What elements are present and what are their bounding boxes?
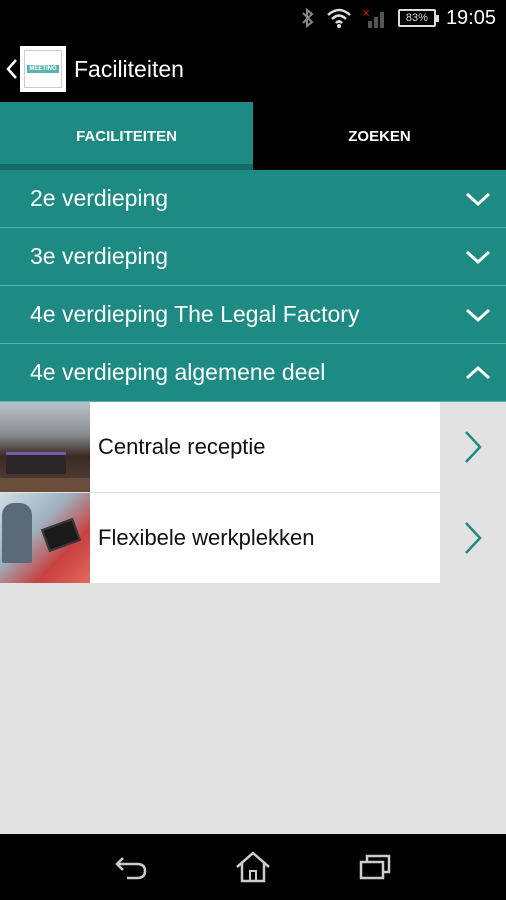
bluetooth-icon [302, 7, 314, 29]
floor-label: 3e verdieping [30, 243, 169, 269]
chevron-down-icon [465, 250, 491, 264]
battery-icon: 83% [397, 9, 439, 27]
action-bar: MEETING Faciliteiten [0, 36, 506, 102]
facility-thumbnail [0, 402, 90, 492]
chevron-down-icon [465, 192, 491, 206]
list-item[interactable]: Flexibele werkplekken [0, 493, 506, 584]
page-title: Faciliteiten [74, 55, 184, 82]
facility-label: Centrale receptie [98, 434, 266, 459]
tab-faciliteiten[interactable]: FACILITEITEN [0, 102, 253, 170]
tab-label: ZOEKEN [348, 127, 411, 145]
floor-label: 4e verdieping The Legal Factory [30, 301, 360, 327]
facility-label: Flexibele werkplekken [98, 525, 315, 550]
logo-mark: MEETING [24, 50, 62, 88]
svg-text:×: × [362, 8, 370, 19]
tab-label: FACILITEITEN [76, 127, 177, 145]
wifi-icon [327, 8, 351, 28]
chevron-right-icon [465, 522, 482, 554]
chevron-right-icon [465, 431, 482, 463]
tab-bar: FACILITEITEN ZOEKEN [0, 102, 506, 170]
logo-text: MEETING [27, 64, 59, 74]
back-button[interactable] [109, 847, 153, 887]
floor-header[interactable]: 2e verdieping [0, 170, 506, 228]
clock: 19:05 [445, 6, 496, 29]
recent-apps-button[interactable] [353, 847, 397, 887]
facility-list: Centrale receptie Flexibele werkplekken [0, 402, 506, 834]
floor-header[interactable]: 4e verdieping algemene deel [0, 344, 506, 402]
app-logo[interactable]: MEETING [20, 46, 66, 92]
floor-list: 2e verdieping 3e verdieping 4e verdiepin… [0, 170, 506, 402]
back-chevron-icon[interactable] [4, 56, 20, 82]
list-item[interactable]: Centrale receptie [0, 402, 506, 493]
back-icon [115, 857, 147, 880]
navigation-bar [0, 834, 506, 900]
home-button[interactable] [231, 847, 275, 887]
floor-header[interactable]: 3e verdieping [0, 228, 506, 286]
facility-thumbnail [0, 493, 90, 583]
chevron-up-icon [465, 365, 491, 379]
battery-level: 83% [405, 12, 428, 24]
chevron-down-icon [465, 308, 491, 322]
home-icon [236, 851, 270, 883]
recent-apps-icon [359, 854, 391, 880]
tab-zoeken[interactable]: ZOEKEN [253, 102, 506, 170]
floor-label: 2e verdieping [30, 185, 169, 211]
floor-label: 4e verdieping algemene deel [30, 359, 326, 385]
status-bar: × 83% 19:05 [0, 0, 506, 36]
open-facility-button[interactable] [440, 493, 506, 583]
signal-icon: × [362, 8, 384, 28]
floor-header[interactable]: 4e verdieping The Legal Factory [0, 286, 506, 344]
open-facility-button[interactable] [440, 402, 506, 492]
